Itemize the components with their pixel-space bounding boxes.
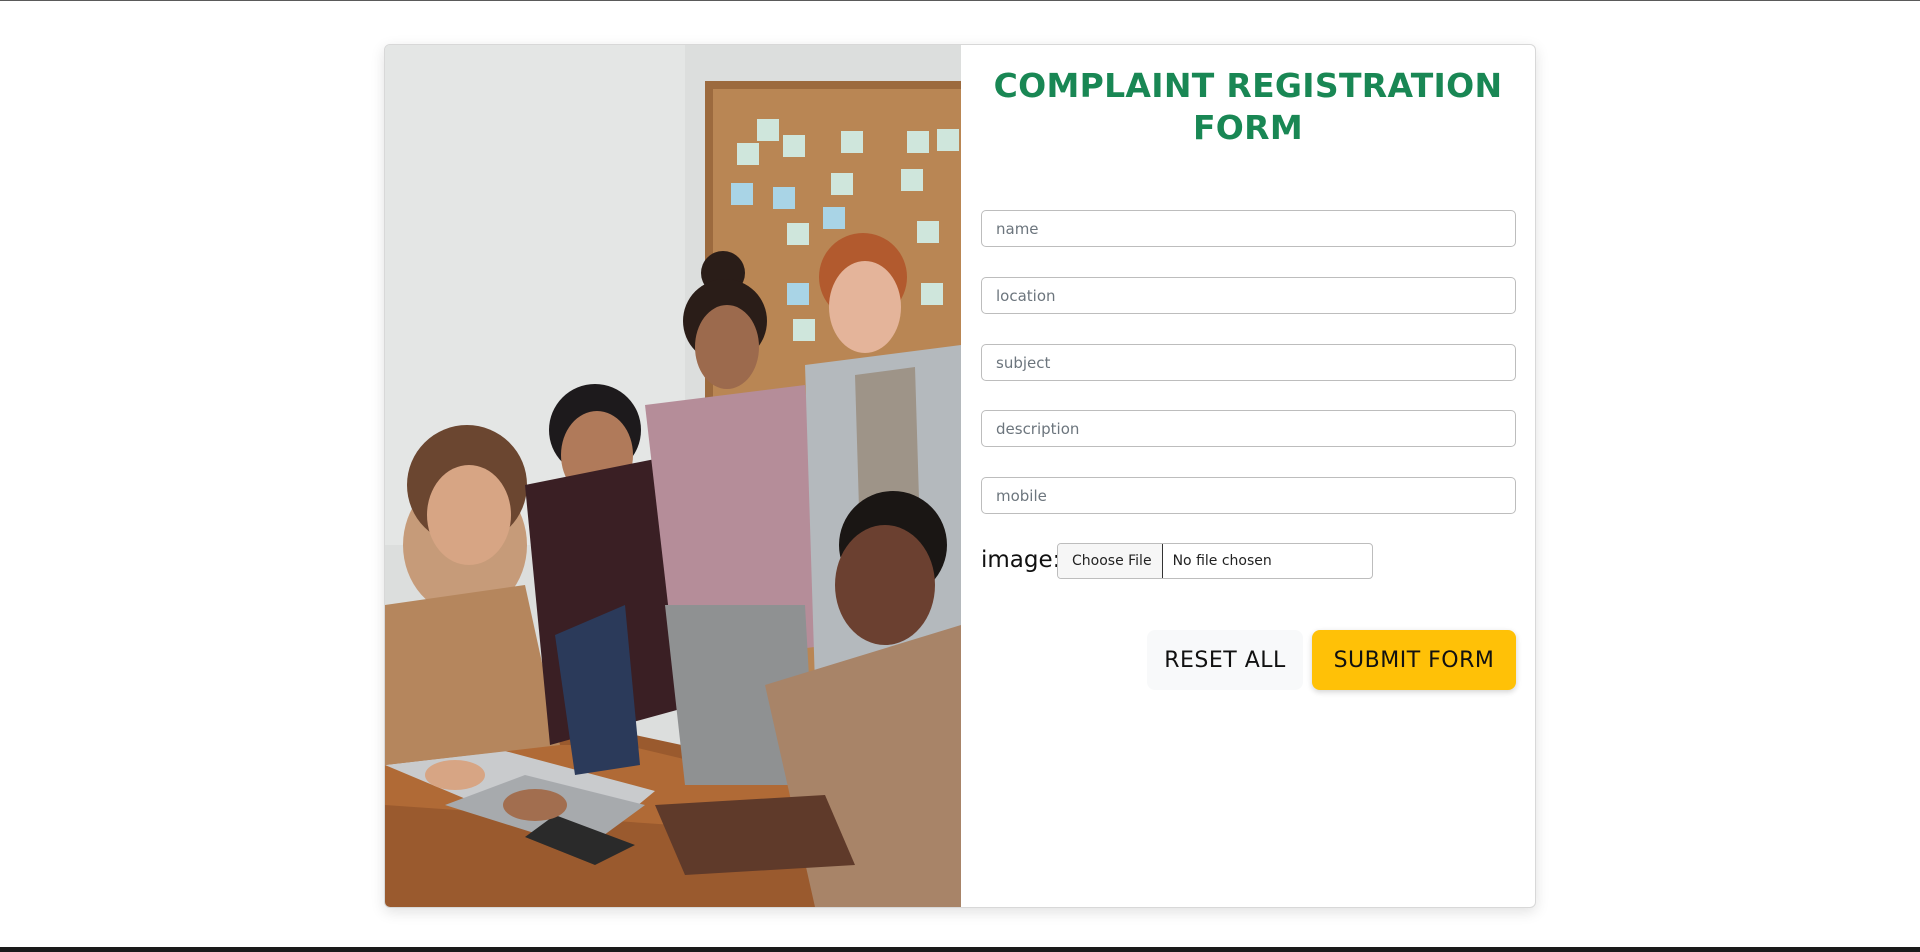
team-photo [385, 45, 961, 907]
reset-all-button[interactable]: RESET ALL [1147, 630, 1303, 690]
complaint-card: COMPLAINT REGISTRATION FORM image: Choos… [384, 44, 1536, 908]
submit-form-button[interactable]: SUBMIT FORM [1312, 630, 1516, 690]
image-upload-row: image: Choose File No file chosen [981, 543, 1516, 581]
top-border [0, 0, 1920, 1]
image-label: image: [981, 547, 1061, 573]
mobile-input[interactable] [981, 477, 1516, 514]
form-panel: COMPLAINT REGISTRATION FORM image: Choos… [961, 45, 1535, 907]
description-input[interactable] [981, 410, 1516, 447]
team-photo-illustration [385, 45, 961, 907]
location-input[interactable] [981, 277, 1516, 314]
name-input[interactable] [981, 210, 1516, 247]
file-status-text: No file chosen [1172, 553, 1272, 569]
choose-file-button[interactable]: Choose File [1058, 544, 1163, 578]
subject-input[interactable] [981, 344, 1516, 381]
image-file-input[interactable]: Choose File No file chosen [1057, 543, 1373, 579]
bottom-border [0, 947, 1920, 952]
form-title: COMPLAINT REGISTRATION FORM [993, 66, 1503, 147]
